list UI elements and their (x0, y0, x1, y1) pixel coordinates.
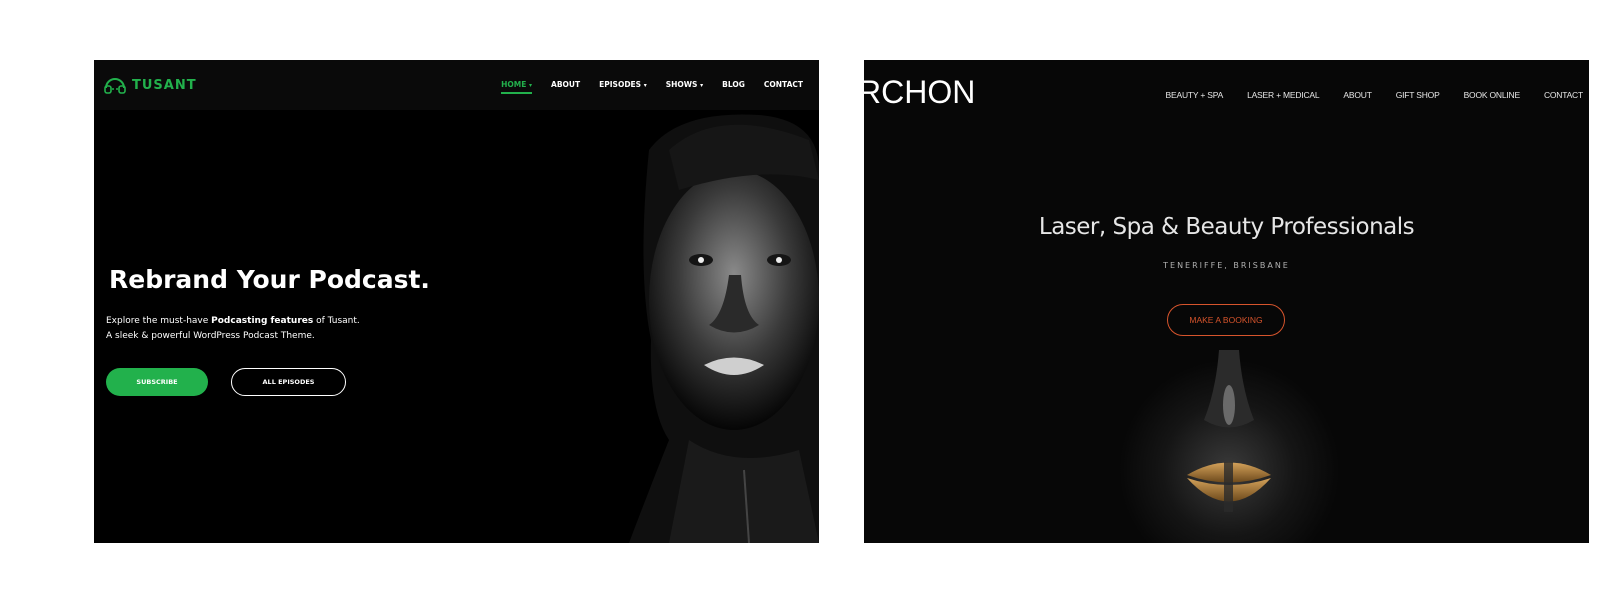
portrait-image (629, 114, 819, 543)
nav-beauty-spa[interactable]: BEAUTY + SPA (1166, 90, 1224, 100)
nav-blog[interactable]: BLOG (722, 80, 745, 89)
hero-description: Explore the must-have Podcasting feature… (106, 314, 360, 344)
nav-episodes-label: EPISODES (599, 80, 642, 89)
nav-contact[interactable]: CONTACT (1544, 90, 1583, 100)
hero-title: Laser, Spa & Beauty Professionals (1038, 214, 1415, 240)
logo-text: TUSANT (132, 77, 197, 93)
nav-home-label: HOME (501, 80, 527, 89)
archon-logo[interactable]: RCHON (864, 74, 975, 111)
main-nav: HOME ▾ ABOUT EPISODES ▾ SHOWS ▾ BLOG CON… (501, 80, 803, 94)
nav-episodes[interactable]: EPISODES ▾ (599, 80, 647, 89)
face-image (1119, 350, 1339, 543)
nav-laser-medical[interactable]: LASER + MEDICAL (1247, 90, 1320, 100)
nav-contact-label: CONTACT (763, 80, 803, 89)
nav-gift-shop[interactable]: GIFT SHOP (1396, 90, 1440, 100)
nav-book-online[interactable]: BOOK ONLINE (1464, 90, 1521, 100)
desc-text: Explore the must-have (106, 316, 212, 326)
chevron-down-icon: ▾ (529, 82, 533, 89)
nav-about[interactable]: ABOUT (1343, 90, 1371, 100)
nav-blog-label: BLOG (722, 80, 745, 89)
hero-location: TENERIFFE, BRISBANE (1163, 261, 1290, 270)
make-booking-button[interactable]: MAKE A BOOKING (1167, 304, 1285, 336)
all-episodes-button[interactable]: ALL EPISODES (231, 368, 346, 396)
nav-shows-label: SHOWS (665, 80, 698, 89)
nav-shows[interactable]: SHOWS ▾ (666, 80, 703, 89)
chevron-down-icon: ▾ (700, 82, 704, 89)
nav-about[interactable]: ABOUT (551, 80, 580, 89)
hero-title: Rebrand Your Podcast. (109, 265, 430, 294)
desc-bold-text: Podcasting features (211, 316, 314, 326)
nav-about-label: ABOUT (551, 80, 581, 89)
archon-screenshot: RCHON BEAUTY + SPA LASER + MEDICAL ABOUT… (864, 60, 1589, 543)
desc-text: of Tusant. (313, 316, 360, 326)
chevron-down-icon: ▾ (643, 82, 647, 89)
tusant-header: TUSANT HOME ▾ ABOUT EPISODES ▾ SHOWS ▾ B… (94, 60, 819, 110)
tusant-screenshot: TUSANT HOME ▾ ABOUT EPISODES ▾ SHOWS ▾ B… (94, 60, 819, 543)
hero-description-line-1: Explore the must-have Podcasting feature… (106, 314, 360, 329)
main-nav: BEAUTY + SPA LASER + MEDICAL ABOUT GIFT … (1166, 90, 1584, 100)
subscribe-button[interactable]: SUBSCRIBE (106, 368, 208, 396)
hero-description-line-2: A sleek & powerful WordPress Podcast The… (106, 331, 315, 341)
headphones-logo-icon (104, 78, 126, 94)
tusant-logo[interactable]: TUSANT (104, 76, 197, 94)
nav-home[interactable]: HOME ▾ (501, 80, 533, 94)
nav-contact[interactable]: CONTACT (764, 80, 803, 89)
